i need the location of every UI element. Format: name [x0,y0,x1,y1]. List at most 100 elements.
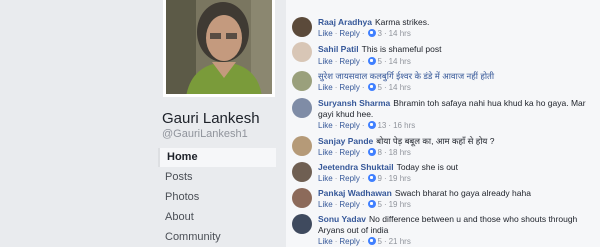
like-link[interactable]: Like [318,29,333,38]
reaction-count[interactable]: 13 [377,121,386,130]
profile-photo[interactable] [163,0,275,97]
separator: · [334,83,338,92]
reply-link[interactable]: Reply [339,29,359,38]
avatar[interactable] [292,71,312,91]
comment-author[interactable]: Raaj Aradhya [318,17,372,27]
separator: · [361,237,365,246]
separator: · [383,200,387,209]
separator: · [334,174,338,183]
comment-time[interactable]: 14 hrs [389,57,411,66]
like-link[interactable]: Like [318,174,333,183]
separator: · [334,237,338,246]
avatar[interactable] [292,42,312,62]
comment-body: Jeetendra Shuktail Today she is out [318,162,596,173]
reaction-count[interactable]: 3 [377,29,381,38]
like-reaction-icon[interactable] [368,57,377,65]
separator: · [361,200,365,209]
reaction-count[interactable]: 9 [377,174,381,183]
avatar[interactable] [292,17,312,37]
reaction-count[interactable]: 5 [377,57,381,66]
comment-meta: Like · Reply · 3 · 14 hrs [318,29,411,39]
like-reaction-icon[interactable] [368,148,377,156]
reply-link[interactable]: Reply [339,200,359,209]
reply-link[interactable]: Reply [339,83,359,92]
comment-time[interactable]: 14 hrs [389,83,411,92]
nav-community[interactable]: Community [158,228,276,247]
reply-link[interactable]: Reply [339,121,359,130]
comment-meta: Like · Reply · 13 · 16 hrs [318,121,415,131]
comment-author[interactable]: Sahil Patil [318,44,359,54]
comment-meta: Like · Reply · 8 · 18 hrs [318,148,411,158]
profile-handle[interactable]: @GauriLankesh1 [162,128,248,140]
comment-time[interactable]: 14 hrs [389,29,411,38]
comment-time[interactable]: 21 hrs [389,237,411,246]
comment-author[interactable]: Pankaj Wadhawan [318,188,392,198]
like-link[interactable]: Like [318,200,333,209]
left-background [0,0,150,247]
separator: · [334,29,338,38]
like-reaction-icon[interactable] [368,121,377,129]
comment-author[interactable]: Sonu Yadav [318,214,366,224]
nav-photos[interactable]: Photos [158,188,276,207]
separator: · [383,57,387,66]
avatar[interactable] [292,214,312,234]
reply-link[interactable]: Reply [339,174,359,183]
separator: · [334,200,338,209]
separator: · [334,121,338,130]
comment-meta: Like · Reply · 5 · 14 hrs [318,57,411,67]
like-reaction-icon[interactable] [368,237,377,245]
separator: · [361,57,365,66]
separator: · [334,148,338,157]
profile-name[interactable]: Gauri Lankesh [162,110,260,127]
separator: · [383,174,387,183]
comment-time[interactable]: 18 hrs [389,148,411,157]
separator: · [383,83,387,92]
comment-time[interactable]: 19 hrs [389,174,411,183]
comment-body: Sonu Yadav No difference between u and th… [318,214,596,236]
reaction-count[interactable]: 8 [377,148,381,157]
like-link[interactable]: Like [318,121,333,130]
like-link[interactable]: Like [318,237,333,246]
separator: · [383,237,387,246]
reaction-count[interactable]: 5 [377,83,381,92]
avatar[interactable] [292,136,312,156]
comment-body: सुरेश जायसवाल कलबुर्गि ईश्वर के डंडे में… [318,71,596,82]
avatar[interactable] [292,98,312,118]
comment-text: Swach bharat ho gaya already haha [394,188,531,198]
reply-link[interactable]: Reply [339,237,359,246]
separator: · [388,121,392,130]
reaction-count[interactable]: 5 [377,200,381,209]
like-link[interactable]: Like [318,148,333,157]
comment-text: This is shameful post [361,44,442,54]
avatar[interactable] [292,162,312,182]
separator: · [361,29,365,38]
separator: · [334,57,338,66]
comment-text: सुरेश जायसवाल कलबुर्गि ईश्वर के डंडे में… [318,71,495,81]
like-link[interactable]: Like [318,83,333,92]
like-reaction-icon[interactable] [368,83,377,91]
comment-time[interactable]: 19 hrs [389,200,411,209]
separator: · [383,148,387,157]
like-reaction-icon[interactable] [368,200,377,208]
reply-link[interactable]: Reply [339,57,359,66]
nav-home[interactable]: Home [158,148,276,167]
comment-meta: Like · Reply · 5 · 14 hrs [318,83,411,93]
comment-text: Today she is out [396,162,459,172]
comment-body: Sanjay Pande बोया पेड़ बबूल का, आम कहाँ स… [318,136,596,147]
comment-body: Suryansh Sharma Bhramin toh safaya nahi h… [318,98,596,120]
nav-posts[interactable]: Posts [158,168,276,187]
comments-panel: Raaj Aradhya Karma strikes. Like · Reply · 3 ·… [286,0,600,247]
reaction-count[interactable]: 5 [377,237,381,246]
like-reaction-icon[interactable] [368,174,377,182]
comment-author[interactable]: Suryansh Sharma [318,98,390,108]
comment-meta: Like · Reply · 9 · 19 hrs [318,174,411,184]
comment-author[interactable]: Sanjay Pande [318,136,373,146]
like-reaction-icon[interactable] [368,29,377,37]
like-link[interactable]: Like [318,57,333,66]
avatar[interactable] [292,188,312,208]
separator: · [361,174,365,183]
reply-link[interactable]: Reply [339,148,359,157]
nav-about[interactable]: About [158,208,276,227]
comment-author[interactable]: Jeetendra Shuktail [318,162,394,172]
comment-time[interactable]: 16 hrs [393,121,415,130]
